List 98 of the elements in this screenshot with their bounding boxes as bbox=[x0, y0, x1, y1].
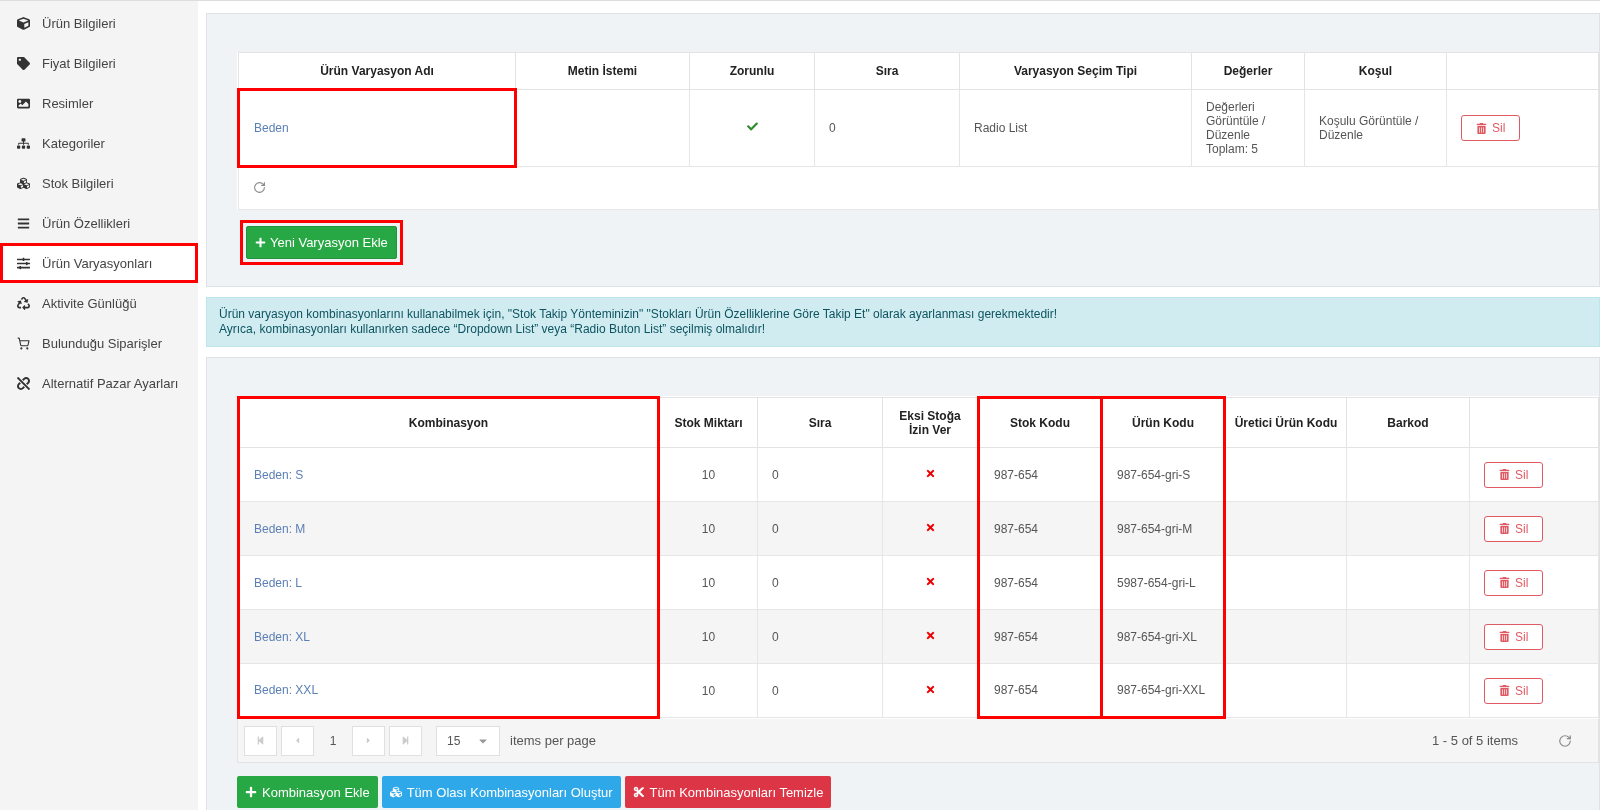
combination-link[interactable]: Beden: L bbox=[254, 575, 303, 590]
table-cell: 987-654-gri-M bbox=[1117, 521, 1193, 536]
table-cell: 0 bbox=[772, 521, 779, 536]
table-cell: 987-654 bbox=[994, 629, 1039, 644]
caret-right-icon bbox=[364, 736, 373, 745]
refresh-icon[interactable] bbox=[253, 180, 266, 194]
tag-icon bbox=[16, 56, 30, 70]
sidebar-item[interactable]: Ürün Varyasyonları bbox=[0, 243, 198, 283]
sidebar-item[interactable]: Aktivite Günlüğü bbox=[0, 283, 198, 323]
table-cell: 10 bbox=[701, 467, 716, 482]
trash-icon bbox=[1476, 122, 1487, 134]
first-page-icon bbox=[256, 736, 265, 745]
table-cell: 0 bbox=[772, 683, 779, 698]
values-link[interactable]: Değerleri Görüntüle / Düzenle bbox=[1206, 100, 1290, 142]
sidebar-item[interactable]: Ürün Özellikleri bbox=[0, 203, 198, 243]
plus-icon bbox=[255, 237, 266, 248]
table-cell: 987-654 bbox=[994, 683, 1039, 697]
column-header: Eksi Stoğa İzin Ver bbox=[882, 397, 979, 448]
delete-button[interactable]: Sil bbox=[1484, 677, 1544, 704]
table-cell: 10 bbox=[701, 521, 716, 536]
combination-link[interactable]: Beden: XXL bbox=[254, 683, 319, 697]
first-page-button[interactable] bbox=[244, 725, 277, 756]
last-page-icon bbox=[401, 736, 410, 745]
refresh-icon[interactable] bbox=[1558, 733, 1572, 748]
combination-link[interactable]: Beden: S bbox=[254, 467, 304, 482]
table-cell: 987-654 bbox=[994, 575, 1039, 590]
delete-button[interactable]: Sil bbox=[1484, 461, 1544, 488]
per-page-label: items per page bbox=[510, 733, 596, 748]
scissors-icon bbox=[632, 786, 645, 798]
sidebar-item[interactable]: Fiyat Bilgileri bbox=[0, 43, 198, 83]
column-header: Stok Miktarı bbox=[658, 397, 758, 448]
column-header: Değerler bbox=[1191, 52, 1305, 90]
table-cell: 0 bbox=[829, 121, 836, 135]
trash-icon bbox=[1499, 577, 1510, 588]
action-button[interactable]: Tüm Olası Kombinasyonları Oluştur bbox=[381, 776, 621, 808]
values-total: Toplam: 5 bbox=[1206, 142, 1260, 156]
table-cell: 987-654 bbox=[994, 467, 1039, 482]
table-cell: 987-654-gri-XXL bbox=[1117, 683, 1206, 697]
broken-link-icon bbox=[16, 376, 30, 390]
cart-icon bbox=[16, 336, 30, 350]
delete-button[interactable]: Sil bbox=[1461, 115, 1521, 141]
column-header: Varyasyon Seçim Tipi bbox=[959, 52, 1192, 90]
table-cell: 5987-654-gri-L bbox=[1117, 575, 1196, 590]
sidebar-item[interactable]: Kategoriler bbox=[0, 123, 198, 163]
cube-icon bbox=[16, 16, 30, 30]
column-header: Barkod bbox=[1346, 397, 1470, 448]
column-header: Metin İstemi bbox=[515, 52, 690, 90]
caret-left-icon bbox=[293, 736, 302, 745]
combination-link[interactable]: Beden: M bbox=[254, 521, 306, 536]
action-button[interactable]: Kombinasyon Ekle bbox=[237, 776, 378, 808]
table-cell: 0 bbox=[772, 575, 779, 590]
variation-link[interactable]: Beden bbox=[254, 121, 289, 135]
column-header: Sıra bbox=[757, 397, 883, 448]
table-cell: 987-654-gri-S bbox=[1117, 467, 1191, 482]
notice-text: Ayrıca, kombinasyonları kullanırken sadece “Dropdown List” veya “Radio Buton List” seçilmiş olmalıdır! bbox=[219, 322, 766, 337]
table-cell: 10 bbox=[701, 683, 716, 698]
trash-icon bbox=[1499, 523, 1510, 534]
plus-icon bbox=[245, 786, 257, 798]
trash-icon bbox=[1499, 631, 1510, 642]
table-cell: 987-654 bbox=[994, 521, 1039, 536]
sidebar-item[interactable]: Stok Bilgileri bbox=[0, 163, 198, 203]
next-page-button[interactable] bbox=[352, 725, 385, 756]
action-button[interactable]: Tüm Kombinasyonları Temizle bbox=[624, 776, 832, 808]
page-size-select[interactable]: 15 bbox=[436, 725, 500, 756]
column-header: Üretici Ürün Kodu bbox=[1224, 397, 1347, 448]
table-cell: 10 bbox=[701, 575, 716, 590]
table-cell: 10 bbox=[701, 629, 716, 644]
delete-button[interactable]: Sil bbox=[1484, 569, 1544, 596]
column-header: Sıra bbox=[814, 52, 960, 90]
sitemap-icon bbox=[16, 136, 30, 150]
column-header: Ürün Varyasyon Adı bbox=[238, 52, 516, 90]
column-header: Zorunlu bbox=[689, 52, 815, 90]
sidebar-item[interactable]: Bulunduğu Siparişler bbox=[0, 323, 198, 363]
add-variation-button[interactable]: Yeni Varyasyon Ekle bbox=[246, 226, 397, 259]
last-page-button[interactable] bbox=[389, 725, 422, 756]
table-cell: Radio List bbox=[974, 121, 1028, 135]
trash-icon bbox=[1499, 685, 1510, 696]
trash-icon bbox=[1499, 469, 1510, 480]
sliders-icon bbox=[16, 256, 30, 270]
cubes-icon bbox=[389, 786, 402, 798]
sidebar-item[interactable]: Resimler bbox=[0, 83, 198, 123]
delete-button[interactable]: Sil bbox=[1484, 515, 1544, 542]
sidebar-item[interactable]: Ürün Bilgileri bbox=[0, 3, 198, 43]
table-cell: 987-654-gri-XL bbox=[1117, 629, 1198, 644]
recycle-icon bbox=[16, 296, 30, 310]
list-icon bbox=[16, 216, 30, 230]
sidebar-item[interactable]: Alternatif Pazar Ayarları bbox=[0, 363, 198, 403]
table-cell: 0 bbox=[772, 629, 779, 644]
cubes-icon bbox=[16, 176, 30, 190]
column-header: Koşul bbox=[1304, 52, 1447, 90]
image-icon bbox=[16, 96, 30, 110]
combination-link[interactable]: Beden: XL bbox=[254, 629, 311, 644]
table-cell: 0 bbox=[772, 467, 779, 482]
pager-summary: 1 - 5 of 5 items bbox=[1432, 733, 1518, 748]
previous-page-button[interactable] bbox=[281, 725, 314, 756]
page-number[interactable]: 1 bbox=[318, 733, 348, 748]
delete-button[interactable]: Sil bbox=[1484, 623, 1544, 650]
notice-text: Ürün varyasyon kombinasyonlarını kullanabilmek için, "Stok Takip Yönteminizin" "Stokları Ürün Özelliklerine Göre Takip Et" olarak ayarlanması gerekmektedir! bbox=[219, 307, 1059, 322]
